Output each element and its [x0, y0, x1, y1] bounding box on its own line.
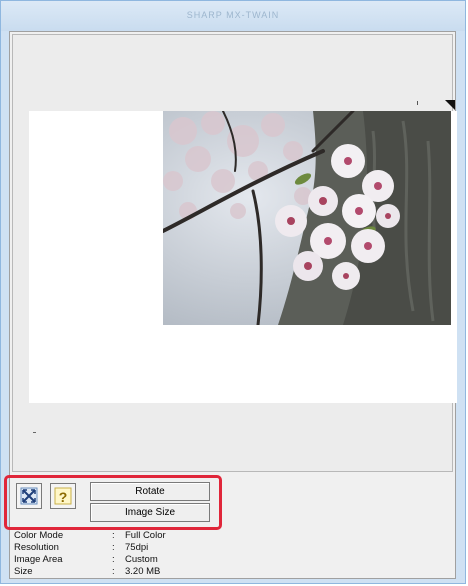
info-value: 75dpi	[125, 542, 149, 553]
window-title: SHARP MX-TWAIN	[186, 10, 280, 20]
info-value: Full Color	[125, 530, 166, 541]
info-row-color-mode: Color Mode : Full Color	[14, 530, 214, 542]
info-separator: :	[112, 542, 115, 553]
image-size-button[interactable]: Image Size	[90, 503, 210, 522]
scan-info-panel: Color Mode : Full Color Resolution : 75d…	[14, 530, 214, 578]
image-size-button-label: Image Size	[124, 507, 176, 518]
select-all-icon	[20, 487, 38, 505]
info-row-image-area: Image Area : Custom	[14, 554, 214, 566]
info-label: Size	[14, 566, 33, 577]
ruler-tick	[417, 101, 418, 105]
info-separator: :	[112, 554, 115, 565]
info-row-resolution: Resolution : 75dpi	[14, 542, 214, 554]
svg-text:?: ?	[59, 489, 68, 505]
info-separator: :	[112, 566, 115, 577]
info-row-size: Size : 3.20 MB	[14, 566, 214, 578]
info-label: Image Area	[14, 554, 63, 565]
help-button[interactable]: ?	[50, 483, 76, 509]
info-label: Resolution	[14, 542, 59, 553]
info-label: Color Mode	[14, 530, 64, 541]
select-all-button[interactable]	[16, 483, 42, 509]
preview-pane[interactable]	[12, 34, 457, 472]
preview-image	[163, 111, 451, 325]
ruler-tick	[33, 432, 36, 433]
info-value: Custom	[125, 554, 158, 565]
info-value: 3.20 MB	[125, 566, 161, 577]
info-separator: :	[112, 530, 115, 541]
help-icon: ?	[54, 487, 72, 505]
selection-corner-handle[interactable]	[445, 100, 455, 110]
rotate-button-label: Rotate	[135, 486, 165, 497]
title-bar: SHARP MX-TWAIN	[1, 1, 465, 31]
rotate-button[interactable]: Rotate	[90, 482, 210, 501]
scan-area[interactable]	[29, 111, 457, 403]
